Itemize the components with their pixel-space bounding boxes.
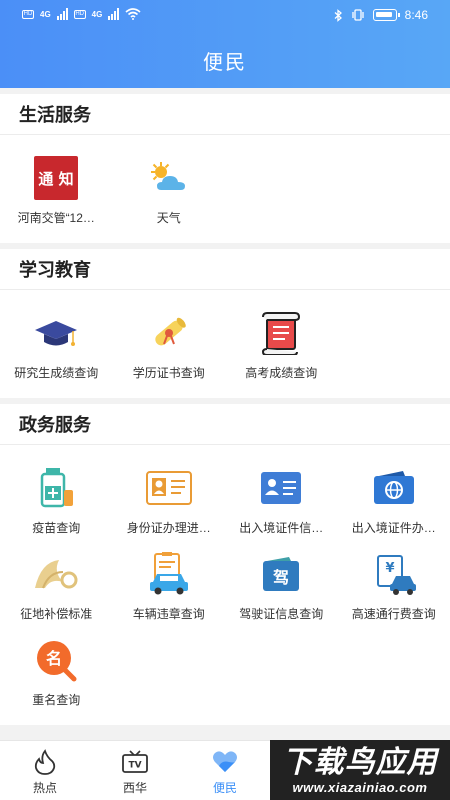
section-life-services: 生活服务 通 知 河南交管“12… 天气 bbox=[0, 94, 450, 243]
section-title: 生活服务 bbox=[0, 94, 450, 135]
section-government-services: 政务服务 疫苗查询 身份证办理进… 出入境证件信… 出入境证件办… 征地补偿标准… bbox=[0, 404, 450, 725]
service-item-driver-license[interactable]: 驾 驾驶证信息查询 bbox=[225, 539, 338, 625]
graduation-cap-icon bbox=[33, 310, 79, 356]
service-item-duplicate-name[interactable]: 名 重名查询 bbox=[0, 625, 113, 711]
service-item-entry-exit-info[interactable]: 出入境证件信… bbox=[225, 453, 338, 539]
vibrate-icon bbox=[351, 9, 364, 21]
service-label: 学历证书查询 bbox=[132, 366, 205, 380]
service-item-diploma[interactable]: 学历证书查询 bbox=[113, 298, 226, 384]
service-label: 重名查询 bbox=[32, 693, 81, 707]
diploma-icon bbox=[146, 310, 192, 356]
tab-convenience[interactable]: 便民 bbox=[180, 741, 270, 800]
svg-text:名: 名 bbox=[46, 649, 62, 668]
page-title: 便民 bbox=[203, 52, 247, 74]
svg-text:TV: TV bbox=[128, 761, 141, 771]
service-label: 驾驶证信息查询 bbox=[239, 607, 324, 621]
service-item-id-card[interactable]: 身份证办理进… bbox=[113, 453, 226, 539]
service-label: 高考成绩查询 bbox=[245, 366, 318, 380]
svg-text:驾: 驾 bbox=[272, 568, 289, 587]
service-item-car-violation[interactable]: 车辆违章查询 bbox=[113, 539, 226, 625]
network1-label: 4G bbox=[40, 9, 51, 19]
wifi-icon bbox=[125, 8, 141, 20]
service-label: 研究生成绩查询 bbox=[14, 366, 99, 380]
network2-label: 4G bbox=[91, 9, 103, 19]
weather-icon bbox=[146, 155, 192, 201]
service-label: 天气 bbox=[156, 211, 181, 225]
service-label: 出入境证件办… bbox=[351, 521, 436, 535]
service-item-weather[interactable]: 天气 bbox=[113, 143, 226, 229]
entry-exit-card-icon bbox=[258, 465, 304, 511]
service-label: 河南交管“12… bbox=[17, 211, 95, 225]
service-label: 车辆违章查询 bbox=[132, 607, 205, 621]
driver-license-icon: 驾 bbox=[258, 551, 304, 597]
toll-icon: ¥ bbox=[371, 551, 417, 597]
section-title: 学习教育 bbox=[0, 249, 450, 290]
scroll-icon bbox=[258, 310, 304, 356]
flame-icon bbox=[31, 749, 59, 775]
service-item-toll[interactable]: ¥ 高速通行费查询 bbox=[338, 539, 450, 625]
car-violation-icon bbox=[146, 551, 192, 597]
bluetooth-icon bbox=[334, 8, 342, 22]
tab-label: 热点 bbox=[32, 781, 57, 795]
tab-label: 西华 bbox=[122, 781, 147, 795]
service-item-land-compensation[interactable]: 征地补偿标准 bbox=[0, 539, 113, 625]
land-icon bbox=[33, 551, 79, 597]
service-label: 出入境证件信… bbox=[239, 521, 324, 535]
service-item-postgrad-score[interactable]: 研究生成绩查询 bbox=[0, 298, 113, 384]
name-search-icon: 名 bbox=[33, 637, 79, 683]
signal1-icon bbox=[56, 8, 68, 20]
clock: 8:46 bbox=[404, 8, 428, 22]
service-item-entry-exit-apply[interactable]: 出入境证件办… bbox=[338, 453, 450, 539]
service-item-gaokao-score[interactable]: 高考成绩查询 bbox=[225, 298, 338, 384]
section-title: 政务服务 bbox=[0, 404, 450, 445]
vaccine-icon bbox=[33, 465, 79, 511]
watermark-main-text: 下载鸟应用 bbox=[282, 745, 438, 779]
section-education: 学习教育 研究生成绩查询 学历证书查询 高考成绩查询 bbox=[0, 249, 450, 398]
service-label: 身份证办理进… bbox=[126, 521, 211, 535]
main-content[interactable]: 生活服务 通 知 河南交管“12… 天气 学习教育 研究生成绩查询 学历证书查询… bbox=[0, 88, 450, 740]
watermark-logo: 下载鸟应用 www.xiazainiao.com bbox=[270, 740, 450, 800]
tv-icon: TV bbox=[121, 749, 149, 775]
app-header: HD 4G HD 4G 8:46 便民 bbox=[0, 0, 450, 88]
notice-icon: 通 知 bbox=[33, 155, 79, 201]
signal2-icon bbox=[108, 8, 120, 20]
battery-icon bbox=[372, 9, 400, 21]
tab-hot[interactable]: 热点 bbox=[0, 741, 90, 800]
status-bar: HD 4G HD 4G 8:46 bbox=[0, 0, 450, 32]
id-card-icon bbox=[145, 465, 192, 511]
watermark-url: www.xiazainiao.com bbox=[292, 779, 428, 795]
tab-label: 便民 bbox=[212, 781, 237, 795]
service-item-vaccine[interactable]: 疫苗查询 bbox=[0, 453, 113, 539]
passport-icon bbox=[371, 465, 417, 511]
heart-icon bbox=[211, 749, 239, 775]
tab-xihua[interactable]: TV 西华 bbox=[90, 741, 180, 800]
service-label: 征地补偿标准 bbox=[20, 607, 93, 621]
service-label: 高速通行费查询 bbox=[351, 607, 436, 621]
service-item-traffic-notice[interactable]: 通 知 河南交管“12… bbox=[0, 143, 113, 229]
sim1-badge: HD bbox=[22, 9, 34, 19]
svg-text:¥: ¥ bbox=[385, 561, 394, 576]
svg-text:通 知: 通 知 bbox=[39, 170, 74, 188]
sim2-badge: HD bbox=[73, 9, 86, 19]
service-label: 疫苗查询 bbox=[32, 521, 81, 535]
